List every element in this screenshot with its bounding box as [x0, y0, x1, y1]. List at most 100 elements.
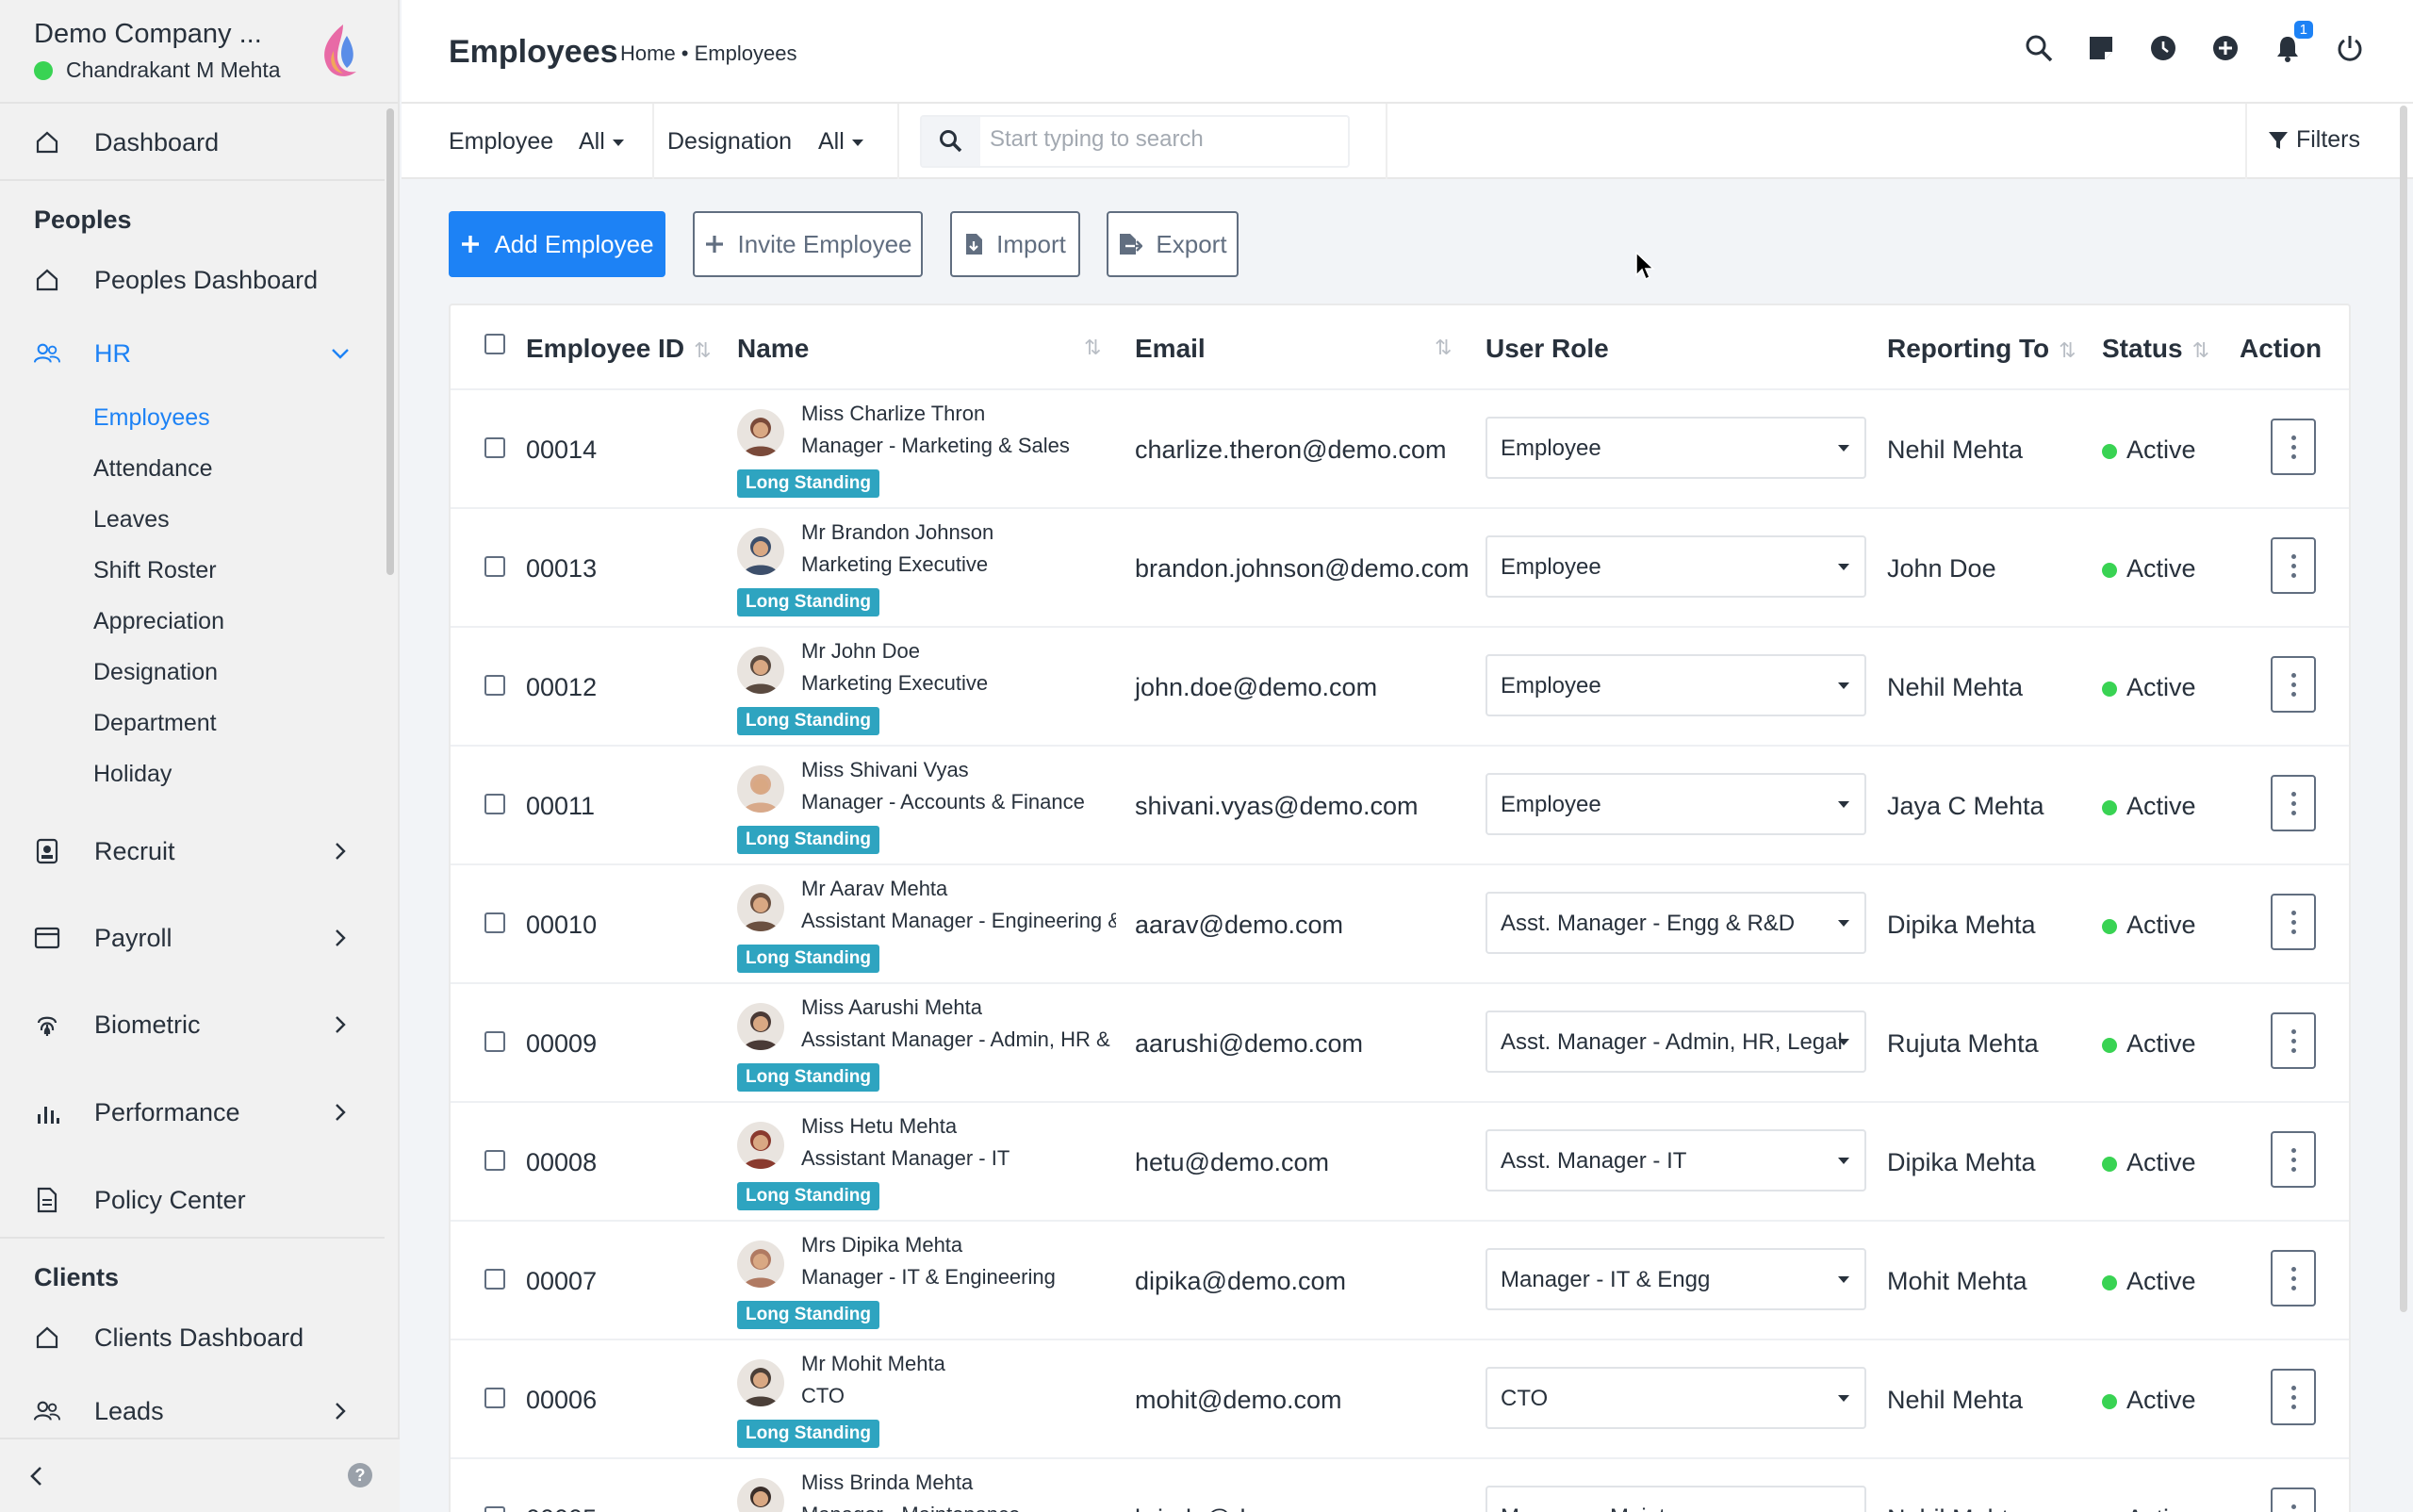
column-header-status[interactable]: Status ⇅: [2102, 334, 2209, 364]
sidebar-item-recruit[interactable]: Recruit: [0, 828, 385, 875]
employee-name[interactable]: Mr Aarav Mehta: [801, 877, 947, 901]
avatar[interactable]: [737, 765, 784, 813]
employee-name[interactable]: Mr Mohit Mehta: [801, 1352, 945, 1376]
table-row[interactable]: 00009 Miss Aarushi Mehta Assistant Manager…: [451, 982, 2349, 1101]
breadcrumb[interactable]: Home • Employees: [620, 41, 796, 66]
sort-icon[interactable]: ⇅: [694, 338, 711, 363]
table-row[interactable]: 00005 Miss Brinda Mehta Manager - Maintena…: [451, 1457, 2349, 1512]
user-role-select[interactable]: Employee: [1486, 654, 1866, 716]
sidebar-scrollbar[interactable]: [386, 108, 394, 575]
sort-icon[interactable]: ⇅: [1435, 336, 1452, 360]
avatar[interactable]: [737, 647, 784, 694]
import-button[interactable]: Import: [950, 211, 1080, 277]
row-checkbox[interactable]: [484, 556, 505, 577]
row-actions-button[interactable]: [2271, 1369, 2316, 1425]
user-role-select[interactable]: Employee: [1486, 535, 1866, 598]
sort-icon[interactable]: ⇅: [2059, 338, 2076, 363]
employee-name[interactable]: Miss Aarushi Mehta: [801, 995, 982, 1020]
row-actions-button[interactable]: [2271, 775, 2316, 831]
sidebar-item-performance[interactable]: Performance: [0, 1089, 385, 1136]
notification-bell-icon[interactable]: 1: [2273, 21, 2313, 62]
sort-icon[interactable]: ⇅: [2192, 338, 2209, 363]
employee-name[interactable]: Mrs Dipika Mehta: [801, 1233, 962, 1257]
column-header-employee-id[interactable]: Employee ID ⇅: [526, 334, 712, 364]
employee-name[interactable]: Mr Brandon Johnson: [801, 520, 993, 545]
row-checkbox[interactable]: [484, 1506, 505, 1512]
sidebar-item-peoples-dashboard[interactable]: Peoples Dashboard: [0, 256, 385, 304]
sidebar-item-dashboard[interactable]: Dashboard: [0, 119, 385, 166]
sidebar-sub-department[interactable]: Department: [93, 710, 217, 737]
row-actions-button[interactable]: [2271, 1250, 2316, 1307]
sidebar-sub-shift-roster[interactable]: Shift Roster: [93, 557, 217, 584]
row-checkbox[interactable]: [484, 1150, 505, 1171]
avatar[interactable]: [737, 1359, 784, 1406]
invite-employee-button[interactable]: Invite Employee: [693, 211, 923, 277]
table-row[interactable]: 00014 Miss Charlize Thron Manager - Market…: [451, 388, 2349, 507]
avatar[interactable]: [737, 1003, 784, 1050]
avatar[interactable]: [737, 528, 784, 575]
filters-button[interactable]: Filters: [2268, 126, 2360, 154]
avatar[interactable]: [737, 409, 784, 456]
table-row[interactable]: 00012 Mr John Doe Marketing Executive Long …: [451, 626, 2349, 745]
page-scrollbar[interactable]: [2400, 106, 2407, 1312]
add-employee-button[interactable]: Add Employee: [449, 211, 665, 277]
avatar[interactable]: [737, 1122, 784, 1169]
avatar[interactable]: [737, 1241, 784, 1288]
sidebar-item-hr[interactable]: HR: [0, 330, 385, 377]
sidebar-item-leads[interactable]: Leads: [0, 1388, 385, 1435]
row-actions-button[interactable]: [2271, 537, 2316, 594]
user-role-select[interactable]: Asst. Manager - Admin, HR, Legal: [1486, 1011, 1866, 1073]
designation-filter-dropdown[interactable]: All: [818, 128, 863, 156]
row-actions-button[interactable]: [2271, 1487, 2316, 1512]
sidebar-item-clients-dashboard[interactable]: Clients Dashboard: [0, 1314, 385, 1361]
sidebar-sub-attendance[interactable]: Attendance: [93, 455, 213, 483]
row-checkbox[interactable]: [484, 1388, 505, 1408]
sort-icon[interactable]: ⇅: [1084, 336, 1101, 360]
column-header-name[interactable]: Name: [737, 334, 809, 364]
user-role-select[interactable]: Manager - IT & Engg: [1486, 1248, 1866, 1310]
search-icon[interactable]: [2025, 34, 2053, 62]
row-actions-button[interactable]: [2271, 1131, 2316, 1188]
sidebar-item-payroll[interactable]: Payroll: [0, 914, 385, 961]
row-checkbox[interactable]: [484, 1269, 505, 1290]
add-circle-icon[interactable]: [2211, 34, 2240, 62]
table-row[interactable]: 00006 Mr Mohit Mehta CTO Long Standing mohit…: [451, 1339, 2349, 1457]
table-row[interactable]: 00008 Miss Hetu Mehta Assistant Manager - …: [451, 1101, 2349, 1220]
sticky-note-icon[interactable]: [2087, 34, 2115, 62]
sidebar-item-policy-center[interactable]: Policy Center: [0, 1176, 385, 1224]
table-row[interactable]: 00010 Mr Aarav Mehta Assistant Manager - E…: [451, 863, 2349, 982]
sidebar-sub-appreciation[interactable]: Appreciation: [93, 608, 224, 635]
row-checkbox[interactable]: [484, 794, 505, 814]
avatar[interactable]: [737, 1478, 784, 1512]
table-row[interactable]: 00011 Miss Shivani Vyas Manager - Accounts…: [451, 745, 2349, 863]
sidebar-sub-designation[interactable]: Designation: [93, 659, 218, 686]
row-actions-button[interactable]: [2271, 1012, 2316, 1069]
user-role-select[interactable]: CTO: [1486, 1367, 1866, 1429]
select-all-checkbox[interactable]: [484, 334, 505, 354]
employee-name[interactable]: Miss Brinda Mehta: [801, 1471, 973, 1495]
avatar[interactable]: [737, 884, 784, 931]
table-row[interactable]: 00013 Mr Brandon Johnson Marketing Executi…: [451, 507, 2349, 626]
user-role-select[interactable]: Asst. Manager - IT: [1486, 1129, 1866, 1192]
clock-icon[interactable]: [2149, 34, 2177, 62]
sidebar-sub-employees[interactable]: Employees: [93, 404, 210, 432]
sidebar-sub-holiday[interactable]: Holiday: [93, 761, 172, 788]
sidebar-sub-leaves[interactable]: Leaves: [93, 506, 170, 534]
sidebar-item-biometric[interactable]: Biometric: [0, 1001, 385, 1048]
employee-name[interactable]: Miss Shivani Vyas: [801, 758, 969, 782]
row-checkbox[interactable]: [484, 912, 505, 933]
row-checkbox[interactable]: [484, 1031, 505, 1052]
user-role-select[interactable]: Employee: [1486, 417, 1866, 479]
employee-filter-dropdown[interactable]: All: [579, 128, 624, 156]
user-role-select[interactable]: Asst. Manager - Engg & R&D: [1486, 892, 1866, 954]
row-checkbox[interactable]: [484, 675, 505, 696]
table-row[interactable]: 00007 Mrs Dipika Mehta Manager - IT & Engi…: [451, 1220, 2349, 1339]
row-actions-button[interactable]: [2271, 894, 2316, 950]
user-role-select[interactable]: Manager - Maintenance: [1486, 1486, 1866, 1512]
user-role-select[interactable]: Employee: [1486, 773, 1866, 835]
column-header-email[interactable]: Email: [1135, 334, 1206, 364]
help-icon[interactable]: ?: [347, 1462, 373, 1488]
employee-name[interactable]: Miss Charlize Thron: [801, 402, 985, 426]
row-checkbox[interactable]: [484, 437, 505, 458]
collapse-sidebar-icon[interactable]: [25, 1464, 49, 1488]
